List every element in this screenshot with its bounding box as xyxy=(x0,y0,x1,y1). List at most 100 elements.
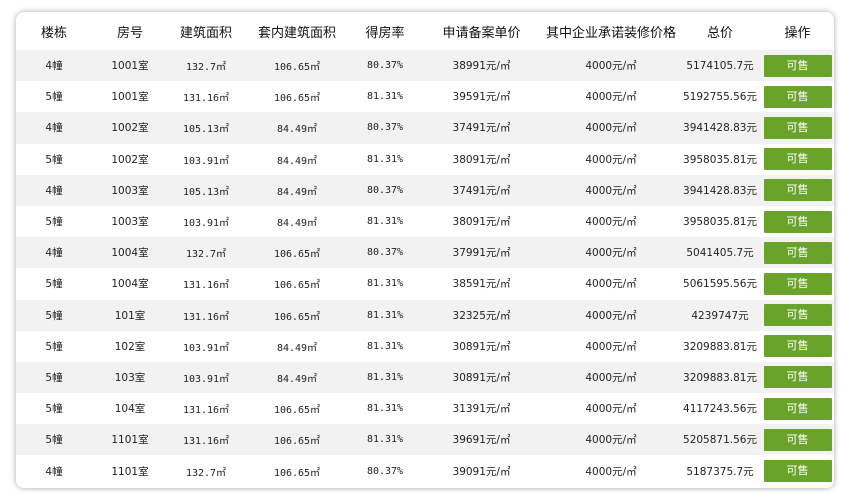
cell-total-price: 5187375.7元 xyxy=(686,465,754,478)
cell-decoration-price: 4000元/㎡ xyxy=(585,216,637,229)
cell-rate: 80.37% xyxy=(366,247,404,259)
available-button[interactable]: 可售 xyxy=(763,397,832,420)
available-button[interactable]: 可售 xyxy=(763,54,832,77)
cell-action: 可售 xyxy=(761,175,834,206)
available-button[interactable]: 可售 xyxy=(763,241,832,264)
cell-action: 可售 xyxy=(761,455,834,486)
cell-room: 102室 xyxy=(114,340,146,353)
table-row: 5幢 103室 103.91㎡ 84.49㎡ 81.31% 30891元/㎡ 4000元/㎡… xyxy=(16,361,834,394)
col-header-inner-area: 套内建筑面积 xyxy=(257,25,336,41)
cell-building: 4幢 xyxy=(45,247,63,260)
cell-unit-price: 39691元/㎡ xyxy=(452,434,511,447)
available-button[interactable]: 可售 xyxy=(763,428,832,451)
cell-decoration-price: 4000元/㎡ xyxy=(585,371,637,384)
cell-rate: 81.31% xyxy=(366,216,404,228)
cell-area: 103.91㎡ xyxy=(182,218,230,230)
cell-rate: 81.31% xyxy=(366,153,404,165)
table-row: 5幢 1003室 103.91㎡ 84.49㎡ 81.31% 38091元/㎡ 4000元/… xyxy=(16,205,834,238)
table-row: 4幢 1004室 132.7㎡ 106.65㎡ 80.37% 37991元/㎡ 4000元/… xyxy=(16,237,834,269)
cell-building: 5幢 xyxy=(45,153,63,166)
cell-action: 可售 xyxy=(761,50,834,81)
cell-decoration-price: 4000元/㎡ xyxy=(585,434,637,447)
available-button[interactable]: 可售 xyxy=(763,116,832,139)
available-button[interactable]: 可售 xyxy=(763,85,832,108)
cell-rate: 80.37% xyxy=(366,60,404,72)
cell-building: 5幢 xyxy=(45,91,63,104)
cell-action: 可售 xyxy=(761,237,834,268)
cell-area: 103.91㎡ xyxy=(182,373,230,385)
available-button[interactable]: 可售 xyxy=(763,335,832,358)
cell-inner-area: 84.49㎡ xyxy=(276,342,318,354)
available-button[interactable]: 可售 xyxy=(763,148,832,171)
cell-decoration-price: 4000元/㎡ xyxy=(585,465,637,478)
cell-inner-area: 106.65㎡ xyxy=(273,93,321,105)
cell-rate: 80.37% xyxy=(366,184,404,196)
cell-unit-price: 30891元/㎡ xyxy=(452,371,511,384)
cell-decoration-price: 4000元/㎡ xyxy=(585,247,637,260)
cell-rate: 80.37% xyxy=(366,465,404,477)
cell-total-price: 3209883.81元 xyxy=(683,371,757,384)
cell-rate: 80.37% xyxy=(366,122,404,134)
cell-room: 1002室 xyxy=(111,122,149,135)
table-row: 5幢 1002室 103.91㎡ 84.49㎡ 81.31% 38091元/㎡ 4000元/… xyxy=(16,143,834,175)
table-row: 5幢 1101室 131.16㎡ 106.65㎡ 81.31% 39691元/㎡ 4000元… xyxy=(16,424,834,456)
cell-area: 132.7㎡ xyxy=(185,62,227,74)
cell-inner-area: 106.65㎡ xyxy=(273,280,321,292)
available-button[interactable]: 可售 xyxy=(763,210,832,233)
cell-inner-area: 106.65㎡ xyxy=(273,249,321,261)
cell-building: 4幢 xyxy=(45,184,63,197)
cell-rate: 81.31% xyxy=(366,91,404,103)
cell-rate: 81.31% xyxy=(366,340,404,352)
cell-room: 1004室 xyxy=(111,278,149,291)
cell-total-price: 3209883.81元 xyxy=(683,340,757,353)
cell-area: 131.16㎡ xyxy=(182,311,230,323)
cell-total-price: 5061595.56元 xyxy=(683,278,757,291)
available-button[interactable]: 可售 xyxy=(763,460,832,483)
cell-room: 1003室 xyxy=(111,184,149,197)
cell-unit-price: 32325元/㎡ xyxy=(452,309,511,322)
available-button[interactable]: 可售 xyxy=(763,179,832,202)
available-button[interactable]: 可售 xyxy=(763,304,832,327)
cell-inner-area: 84.49㎡ xyxy=(276,124,318,136)
cell-inner-area: 106.65㎡ xyxy=(273,405,321,417)
available-button[interactable]: 可售 xyxy=(763,366,832,389)
col-header-rate: 得房率 xyxy=(365,25,405,41)
cell-area: 131.16㎡ xyxy=(182,280,230,292)
cell-total-price: 3941428.83元 xyxy=(683,122,757,135)
table-row: 4幢 1101室 132.7㎡ 106.65㎡ 80.37% 39091元/㎡ 4000元/… xyxy=(16,455,834,487)
cell-total-price: 3958035.81元 xyxy=(683,153,757,166)
cell-room: 1001室 xyxy=(111,91,149,104)
cell-area: 105.13㎡ xyxy=(182,124,230,136)
cell-action: 可售 xyxy=(761,424,834,455)
cell-unit-price: 39091元/㎡ xyxy=(452,465,511,478)
cell-total-price: 3958035.81元 xyxy=(683,216,757,229)
cell-building: 5幢 xyxy=(45,216,63,229)
col-header-decoration-price: 其中企业承诺装修价格 xyxy=(545,25,676,41)
cell-area: 131.16㎡ xyxy=(182,405,230,417)
cell-building: 5幢 xyxy=(45,371,63,384)
cell-area: 105.13㎡ xyxy=(182,186,230,198)
table-body: 4幢 1001室 132.7㎡ 106.65㎡ 80.37% 38991元/㎡ 4000元/… xyxy=(16,50,834,487)
cell-room: 1004室 xyxy=(111,247,149,260)
cell-rate: 81.31% xyxy=(366,403,404,415)
cell-action: 可售 xyxy=(761,144,834,175)
cell-area: 103.91㎡ xyxy=(182,155,230,167)
cell-unit-price: 30891元/㎡ xyxy=(452,340,511,353)
col-header-area: 建筑面积 xyxy=(179,25,232,41)
cell-unit-price: 37491元/㎡ xyxy=(452,184,511,197)
table-row: 5幢 1004室 131.16㎡ 106.65㎡ 81.31% 38591元/㎡ 4000元… xyxy=(16,268,834,300)
available-button[interactable]: 可售 xyxy=(763,272,832,295)
cell-decoration-price: 4000元/㎡ xyxy=(585,60,637,73)
cell-inner-area: 84.49㎡ xyxy=(276,155,318,167)
cell-room: 103室 xyxy=(114,371,146,384)
cell-decoration-price: 4000元/㎡ xyxy=(585,309,637,322)
cell-total-price: 3941428.83元 xyxy=(683,184,757,197)
cell-area: 131.16㎡ xyxy=(182,436,230,448)
table-row: 5幢 1001室 131.16㎡ 106.65㎡ 81.31% 39591元/㎡ 4000元… xyxy=(16,81,834,113)
table-row: 5幢 101室 131.16㎡ 106.65㎡ 81.31% 32325元/㎡ 4000元/… xyxy=(16,299,834,331)
col-header-action: 操作 xyxy=(784,25,811,41)
cell-decoration-price: 4000元/㎡ xyxy=(585,340,637,353)
cell-building: 5幢 xyxy=(45,340,63,353)
cell-total-price: 5174105.7元 xyxy=(686,60,754,73)
cell-building: 4幢 xyxy=(45,465,63,478)
